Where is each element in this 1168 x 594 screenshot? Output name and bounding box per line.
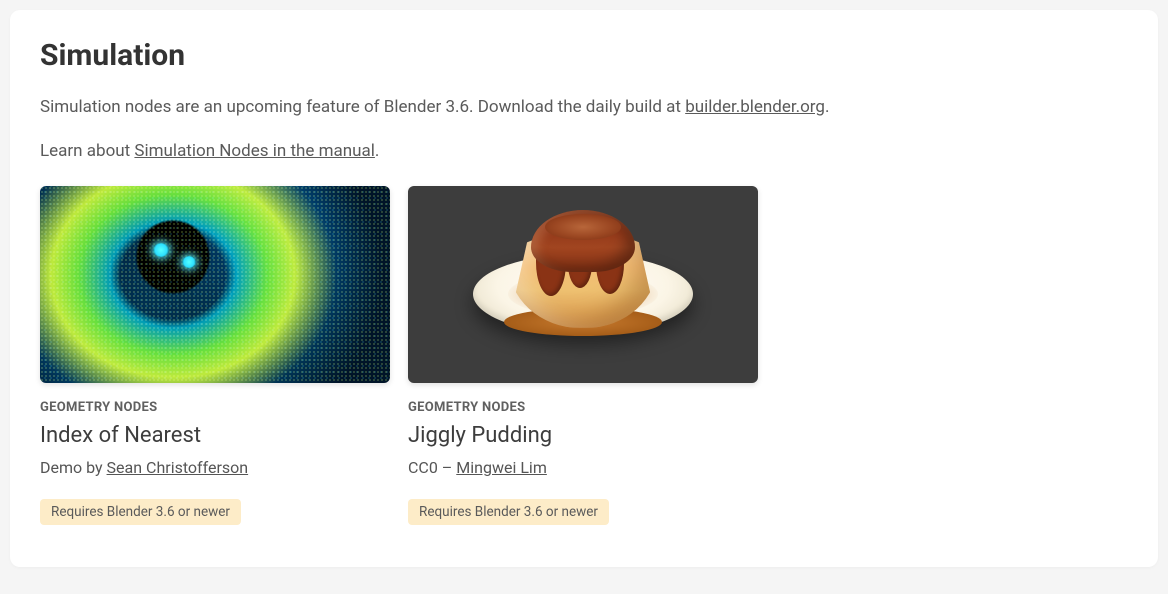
particle-eye-icon bbox=[182, 256, 196, 268]
byline-pre: CC0 – bbox=[408, 458, 456, 477]
author-link[interactable]: Sean Christofferson bbox=[107, 458, 249, 477]
learn-text-post: . bbox=[375, 141, 379, 161]
builder-link[interactable]: builder.blender.org bbox=[685, 97, 825, 117]
particle-eye-icon bbox=[153, 243, 169, 257]
demo-thumbnail-index-of-nearest[interactable] bbox=[40, 186, 390, 383]
demo-title: Index of Nearest bbox=[40, 423, 390, 448]
pudding-graphic bbox=[508, 210, 658, 328]
intro-paragraph: Simulation nodes are an upcoming feature… bbox=[40, 95, 1128, 121]
manual-link[interactable]: Simulation Nodes in the manual bbox=[134, 141, 375, 161]
intro-text-post: . bbox=[825, 97, 829, 117]
category-label: GEOMETRY NODES bbox=[40, 400, 390, 415]
requires-badge: Requires Blender 3.6 or newer bbox=[40, 499, 241, 525]
simulation-section: Simulation Simulation nodes are an upcom… bbox=[10, 10, 1158, 567]
learn-text-pre: Learn about bbox=[40, 141, 134, 161]
intro-text-pre: Simulation nodes are an upcoming feature… bbox=[40, 97, 685, 117]
category-label: GEOMETRY NODES bbox=[408, 400, 758, 415]
learn-paragraph: Learn about Simulation Nodes in the manu… bbox=[40, 139, 1128, 165]
demo-item: GEOMETRY NODES Index of Nearest Demo by … bbox=[40, 186, 390, 525]
demo-item: GEOMETRY NODES Jiggly Pudding CC0 – Ming… bbox=[408, 186, 758, 525]
author-link[interactable]: Mingwei Lim bbox=[456, 458, 547, 477]
demo-thumbnail-jiggly-pudding[interactable] bbox=[408, 186, 758, 383]
byline-pre: Demo by bbox=[40, 458, 107, 477]
byline: CC0 – Mingwei Lim bbox=[408, 458, 758, 477]
byline: Demo by Sean Christofferson bbox=[40, 458, 390, 477]
demo-title: Jiggly Pudding bbox=[408, 423, 758, 448]
demo-grid: GEOMETRY NODES Index of Nearest Demo by … bbox=[40, 186, 1128, 525]
requires-badge: Requires Blender 3.6 or newer bbox=[408, 499, 609, 525]
section-title: Simulation bbox=[40, 38, 1128, 73]
